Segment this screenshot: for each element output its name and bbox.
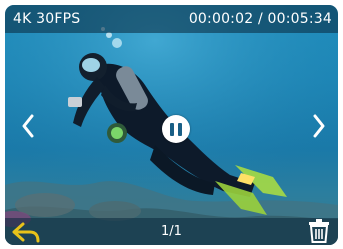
previous-button[interactable] [15, 109, 41, 143]
playback-time-label: 00:00:02 / 00:05:34 [188, 11, 332, 27]
bottom-toolbar: 1/1 [5, 218, 338, 245]
chevron-right-icon [313, 114, 325, 138]
pause-icon [170, 122, 174, 136]
pause-button[interactable] [162, 115, 190, 143]
page-counter: 1/1 [161, 224, 182, 239]
video-preview-screen: 4K 30FPS 00:00:02 / 00:05:34 1/1 [5, 5, 338, 245]
trash-icon[interactable] [308, 219, 330, 243]
status-bar: 4K 30FPS 00:00:02 / 00:05:34 [5, 5, 338, 33]
chevron-left-icon [22, 114, 34, 138]
resolution-label: 4K 30FPS [13, 11, 81, 27]
next-button[interactable] [306, 109, 332, 143]
